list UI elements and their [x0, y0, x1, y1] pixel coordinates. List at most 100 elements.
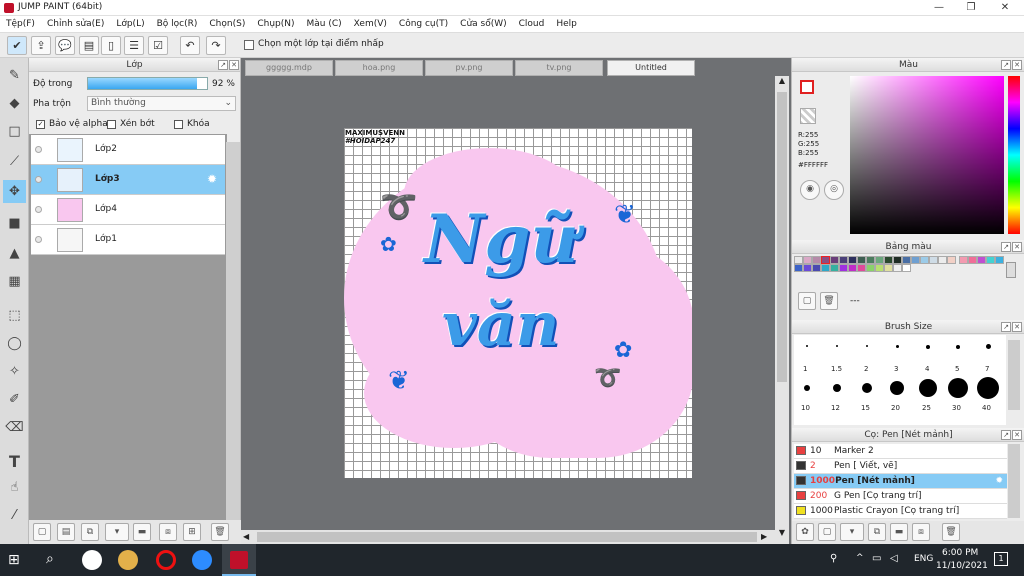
- maximize-button[interactable]: ❐: [956, 0, 986, 16]
- close-button[interactable]: ✕: [990, 0, 1020, 16]
- clock-time[interactable]: 6:00 PM: [942, 548, 978, 558]
- duplicate-layer-icon[interactable]: ⧉: [81, 523, 99, 541]
- paint-app-icon[interactable]: [118, 550, 138, 570]
- menu-window[interactable]: Cửa sổ(W): [454, 16, 512, 33]
- blend-mode-select[interactable]: Bình thường ⌄: [87, 96, 236, 111]
- scroll-down-icon[interactable]: ▼: [777, 528, 787, 542]
- hue-slider[interactable]: [1008, 76, 1020, 234]
- layer-row[interactable]: Lớp1: [31, 225, 225, 255]
- undo-icon[interactable]: ↶: [180, 36, 200, 55]
- menu-help[interactable]: Help: [550, 16, 583, 33]
- detach-icon[interactable]: ↗: [1001, 322, 1011, 332]
- panel-close-icon[interactable]: ✕: [229, 60, 239, 70]
- add-layer-menu-icon[interactable]: ▾: [105, 523, 129, 541]
- zoom-app-icon[interactable]: [192, 550, 212, 570]
- brush-item-selected[interactable]: 1000Pen [Nét mảnh] ✹: [794, 474, 1007, 489]
- merge-icon[interactable]: ⧈: [159, 523, 177, 541]
- notification-icon[interactable]: 1: [994, 552, 1008, 566]
- trash-icon[interactable]: 🗑: [820, 292, 838, 310]
- text-box-icon[interactable]: ▤: [79, 36, 99, 55]
- scroll-right-icon[interactable]: ▶: [761, 532, 773, 542]
- doc-tab-active[interactable]: Untitled: [607, 60, 695, 76]
- magic-wand-tool-icon[interactable]: ✧: [3, 360, 26, 383]
- lock-checkbox[interactable]: [174, 120, 183, 129]
- menu-color[interactable]: Màu (C): [301, 16, 348, 33]
- move-tool-icon[interactable]: ✥: [3, 180, 26, 203]
- new-brush-icon[interactable]: ▢: [818, 523, 836, 541]
- layer-row[interactable]: Lớp2: [31, 135, 225, 165]
- layer-scrollbar[interactable]: [226, 142, 240, 522]
- menu-view[interactable]: Xem(V): [348, 16, 393, 33]
- foreground-color-swatch[interactable]: [800, 80, 814, 94]
- trash-icon[interactable]: 🗑: [942, 523, 960, 541]
- palette-icon[interactable]: ◉: [800, 180, 820, 200]
- lasso-tool-icon[interactable]: ◯: [3, 332, 26, 355]
- alpha-protect-checkbox[interactable]: ✓: [36, 120, 45, 129]
- jump-paint-taskbar-item[interactable]: [222, 544, 256, 576]
- brush-item[interactable]: 2 Pen [ Viết, vẽ]: [794, 459, 1007, 474]
- eyedropper-icon[interactable]: ◎: [824, 180, 844, 200]
- new-layer-icon[interactable]: ▢: [33, 523, 51, 541]
- rect-fill-tool-icon[interactable]: ■: [3, 212, 26, 235]
- minimize-button[interactable]: —: [924, 0, 954, 16]
- brush-tool-icon[interactable]: ✎: [3, 64, 26, 87]
- visibility-icon[interactable]: [35, 206, 42, 213]
- zalo-app-icon[interactable]: [82, 550, 102, 570]
- menu-tools[interactable]: Công cụ(T): [393, 16, 454, 33]
- check-icon[interactable]: ✔: [7, 36, 27, 55]
- scroll-thumb[interactable]: [777, 92, 787, 382]
- panel-close-icon[interactable]: ✕: [1012, 242, 1022, 252]
- menu-edit[interactable]: Chỉnh sửa(E): [41, 16, 110, 33]
- opera-app-icon[interactable]: [156, 550, 176, 570]
- scroll-up-icon[interactable]: ▲: [777, 76, 787, 90]
- people-icon[interactable]: ⚲: [830, 553, 837, 564]
- doc-tab[interactable]: ggggg.mdp: [245, 60, 333, 76]
- doc-tab[interactable]: hoa.png: [335, 60, 423, 76]
- menu-file[interactable]: Tệp(F): [0, 16, 41, 33]
- panel-close-icon[interactable]: ✕: [1012, 322, 1022, 332]
- visibility-icon[interactable]: [35, 146, 42, 153]
- drawing-canvas[interactable]: MAXIMUSVENN #HOIDAP247 Ngữ văn ➰ ✿ ❦ ✿ ➰…: [344, 128, 692, 478]
- text-tool-icon[interactable]: T: [3, 450, 26, 473]
- menu-select[interactable]: Chọn(S): [203, 16, 251, 33]
- menu-filter[interactable]: Bộ lọc(R): [151, 16, 204, 33]
- palette-scrollbar[interactable]: [1006, 262, 1016, 278]
- doc-tab[interactable]: pv.png: [425, 60, 513, 76]
- doc-tab[interactable]: tv.png: [515, 60, 603, 76]
- menu-layer[interactable]: Lớp(L): [110, 16, 150, 33]
- brush-settings-icon[interactable]: ✿: [796, 523, 814, 541]
- visibility-icon[interactable]: [35, 176, 42, 183]
- vertical-scrollbar[interactable]: ▲ ▼: [775, 76, 789, 544]
- rect-select-tool-icon[interactable]: ⬚: [3, 304, 26, 327]
- eyedropper-tool-icon[interactable]: ⁄: [3, 504, 26, 527]
- brush-list-scrollbar[interactable]: [1008, 444, 1020, 518]
- windows-start-icon[interactable]: ⊞: [8, 552, 20, 568]
- opacity-slider[interactable]: [87, 77, 208, 90]
- layer-row[interactable]: Lớp3 ✹: [31, 165, 225, 195]
- scroll-thumb[interactable]: [257, 532, 757, 542]
- language-indicator[interactable]: ENG: [914, 554, 933, 564]
- scroll-left-icon[interactable]: ◀: [243, 532, 255, 542]
- horizontal-scrollbar[interactable]: ◀ ▶: [241, 530, 775, 544]
- brush-copy-icon[interactable]: ⧉: [868, 523, 886, 541]
- shape-tool-icon[interactable]: □: [3, 120, 26, 143]
- search-icon[interactable]: ⌕: [46, 551, 54, 567]
- detach-icon[interactable]: ↗: [1001, 242, 1011, 252]
- page-icon[interactable]: ▯: [101, 36, 121, 55]
- visibility-icon[interactable]: [35, 236, 42, 243]
- brush-item[interactable]: 1000Plastic Crayon [Cọ trang trí]: [794, 504, 1007, 519]
- new-text-layer-icon[interactable]: ▤: [57, 523, 75, 541]
- share-icon[interactable]: ⇪: [31, 36, 51, 55]
- panel-close-icon[interactable]: ✕: [1012, 430, 1022, 440]
- clock-date[interactable]: 11/10/2021: [936, 561, 988, 571]
- gradient-tool-icon[interactable]: ▦: [3, 270, 26, 293]
- menu-capture[interactable]: Chụp(N): [251, 16, 300, 33]
- brush-menu-icon[interactable]: ▾: [840, 523, 864, 541]
- brush-duplicate-icon[interactable]: ⧈: [912, 523, 930, 541]
- redo-icon[interactable]: ↷: [206, 36, 226, 55]
- tray-chevron-icon[interactable]: ^: [856, 553, 864, 563]
- hand-tool-icon[interactable]: ☝: [3, 476, 26, 499]
- brush-size-scrollbar[interactable]: [1008, 340, 1020, 410]
- layer-settings-icon[interactable]: ⊞: [183, 523, 201, 541]
- line-tool-icon[interactable]: ⟋: [3, 150, 26, 173]
